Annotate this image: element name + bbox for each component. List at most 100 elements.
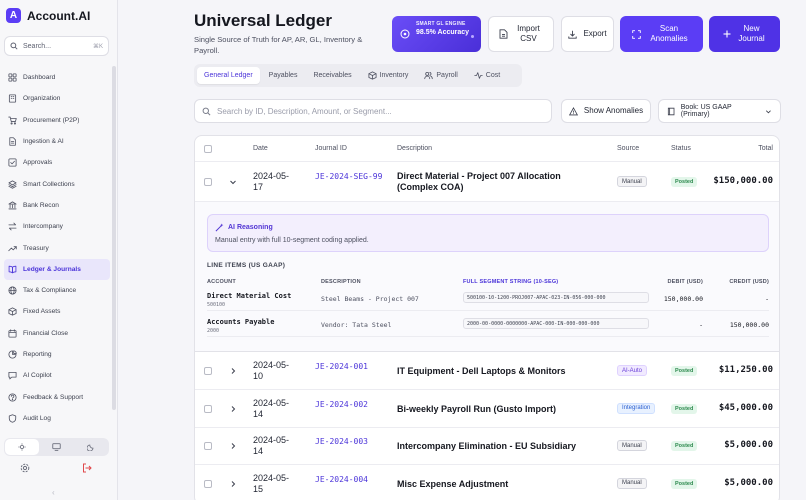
sidebar-item-audit-log[interactable]: Audit Log — [4, 408, 110, 429]
scan-icon — [632, 29, 641, 39]
row-checkbox[interactable] — [204, 442, 212, 450]
sidebar-item-fixed-assets[interactable]: Fixed Assets — [4, 301, 110, 322]
sidebar-item-dashboard[interactable]: Dashboard — [4, 67, 110, 88]
monitor-icon — [52, 443, 61, 451]
table-row-expanded[interactable]: 2024-05-17 JE-2024-SEG-99 Direct Materia… — [195, 162, 779, 202]
row-description: IT Equipment - Dell Laptops & Monitors — [397, 366, 566, 376]
sidebar-item-ingestion-ai[interactable]: Ingestion & AI — [4, 131, 110, 152]
row-checkbox[interactable] — [204, 404, 212, 413]
tab-label: Receivables — [313, 72, 352, 79]
sidebar-item-tax-compliance[interactable]: Tax & Compliance — [4, 280, 110, 301]
sidebar-item-label: Audit Log — [23, 414, 51, 422]
col-source[interactable]: Source — [617, 145, 639, 152]
app-name: Account.AI — [27, 8, 91, 23]
source-badge: AI-Auto — [617, 365, 648, 376]
tab-inventory[interactable]: Inventory — [361, 67, 416, 84]
smart-gl-engine-card[interactable]: SMART GL ENGINE 98.5% Accuracy — [392, 16, 481, 52]
table-header: Date Journal ID Description Source Statu… — [195, 136, 779, 162]
theme-system-button[interactable] — [39, 439, 73, 455]
sidebar-collapse-chevron-icon[interactable]: ‹ — [52, 488, 55, 497]
row-journal-id[interactable]: JE-2024-002 — [315, 399, 368, 410]
sidebar-item-approvals[interactable]: Approvals — [4, 152, 110, 173]
ai-card-value: 98.5% Accuracy — [416, 29, 470, 36]
sidebar-item-organization[interactable]: Organization — [4, 88, 110, 109]
theme-light-button[interactable] — [5, 439, 40, 455]
exchange-icon — [8, 222, 17, 231]
table-row[interactable]: 2024-05-10 JE-2024-001 IT Equipment - Dell… — [195, 352, 779, 390]
col-status[interactable]: Status — [671, 145, 691, 152]
chevron-right-icon[interactable] — [229, 367, 237, 375]
export-button[interactable]: Export — [561, 16, 614, 52]
col-date[interactable]: Date — [253, 145, 268, 152]
sidebar-item-bank-recon[interactable]: Bank Recon — [4, 195, 110, 216]
theme-switcher[interactable] — [4, 438, 109, 456]
sidebar-item-ledger-journals[interactable]: Ledger & Journals — [4, 258, 110, 280]
new-journal-button[interactable]: New Journal — [709, 16, 780, 52]
tab-cost[interactable]: Cost — [467, 67, 507, 84]
tab-general-ledger[interactable]: General Ledger — [197, 67, 260, 84]
sidebar-search[interactable]: Search... ⌘K — [4, 36, 109, 56]
row-journal-id[interactable]: JE-2024-001 — [315, 361, 368, 372]
warning-icon — [568, 106, 578, 115]
target-icon — [400, 29, 410, 39]
tab-receivables[interactable]: Receivables — [306, 67, 358, 84]
select-all-checkbox[interactable] — [204, 145, 212, 153]
tab-payables[interactable]: Payables — [262, 67, 305, 84]
layers-icon — [8, 180, 17, 189]
source-badge: Manual — [617, 477, 647, 489]
chevron-down-icon[interactable] — [229, 178, 237, 186]
line-segment-string[interactable]: 2000-00-0000-0000000-APAC-000-IN-000-000… — [463, 318, 649, 329]
sidebar-item-feedback-support[interactable]: Feedback & Support — [4, 386, 110, 407]
line-item-row: Accounts Payable 2000 Vendor: Tata Steel 20… — [207, 315, 769, 337]
file-icon — [9, 137, 16, 146]
table-row[interactable]: 2024-05-15 JE-2024-004 Misc Expense Adjust… — [195, 465, 779, 500]
ledger-tabs: General Ledger Payables Receivables Invento… — [194, 64, 522, 87]
sidebar-item-procurement-p2p[interactable]: Procurement (P2P) — [4, 110, 110, 131]
import-csv-label: Import CSV — [517, 24, 540, 43]
brand[interactable]: A Account.AI — [6, 8, 90, 23]
sidebar-item-smart-collections[interactable]: Smart Collections — [4, 173, 110, 194]
row-checkbox[interactable] — [204, 479, 212, 488]
scan-anomalies-button[interactable]: Scan Anomalies — [620, 16, 703, 52]
ai-reasoning-panel: AI Reasoning Manual entry with full 10-s… — [207, 214, 769, 252]
sidebar-item-treasury[interactable]: Treasury — [4, 237, 110, 258]
ledger-search[interactable]: Search by ID, Description, Amount, or Se… — [194, 99, 552, 123]
row-total: $45,000.00 — [718, 402, 773, 413]
row-checkbox[interactable] — [204, 178, 212, 186]
chevron-right-icon[interactable] — [229, 405, 237, 413]
grid-icon — [8, 73, 17, 82]
chevron-right-icon[interactable] — [229, 480, 237, 488]
row-checkbox[interactable] — [204, 367, 212, 375]
sidebar-item-ai-copilot[interactable]: AI Copilot — [4, 365, 110, 386]
logout-icon[interactable] — [82, 463, 92, 473]
expanded-detail: AI Reasoning Manual entry with full 10-s… — [195, 202, 779, 352]
row-journal-id[interactable]: JE-2024-003 — [315, 436, 368, 447]
sidebar-item-reporting[interactable]: Reporting — [4, 344, 110, 365]
settings-gear-icon[interactable] — [20, 463, 30, 473]
line-segment-string[interactable]: 500100-10-1200-PROJ007-APAC-023-IN-056-0… — [463, 292, 649, 303]
row-date: 2024-05-14 — [253, 397, 290, 419]
import-csv-button[interactable]: Import CSV — [488, 16, 554, 52]
table-row[interactable]: 2024-05-14 JE-2024-003 Intercompany Elimin… — [195, 427, 779, 465]
sidebar-item-label: Intercompany — [23, 223, 63, 231]
line-debit: 150,000.00 — [663, 295, 703, 303]
col-journal-id[interactable]: Journal ID — [315, 145, 347, 152]
row-journal-id[interactable]: JE-2024-SEG-99 — [315, 171, 385, 182]
export-label: Export — [583, 29, 607, 38]
li-col-account: ACCOUNT — [207, 279, 236, 285]
row-journal-id[interactable]: JE-2024-004 — [315, 474, 368, 485]
scan-anomalies-label: Scan Anomalies — [650, 24, 688, 43]
tab-payroll[interactable]: Payroll — [417, 67, 464, 84]
sidebar-item-financial-close[interactable]: Financial Close — [4, 323, 110, 344]
sidebar-scrollbar[interactable] — [112, 66, 116, 410]
source-badge: Integration — [617, 402, 656, 414]
col-description[interactable]: Description — [397, 145, 432, 152]
chevron-right-icon[interactable] — [229, 442, 237, 450]
show-anomalies-button[interactable]: Show Anomalies — [561, 99, 651, 123]
sidebar-item-intercompany[interactable]: Intercompany — [4, 216, 110, 237]
book-select[interactable]: Book: US GAAP (Primary) — [658, 99, 781, 123]
col-total[interactable]: Total — [758, 145, 773, 152]
table-row[interactable]: 2024-05-14 JE-2024-002 Bi-weekly Payroll R… — [195, 390, 779, 428]
li-col-description: DESCRIPTION — [321, 279, 361, 285]
theme-dark-button[interactable] — [74, 439, 108, 455]
